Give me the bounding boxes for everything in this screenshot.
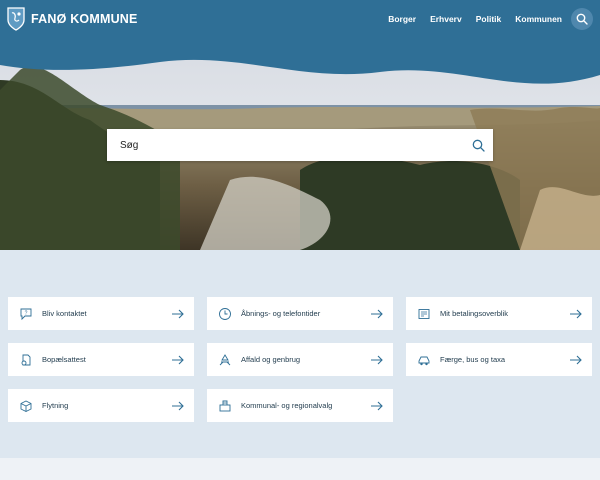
card-label: Mit betalingsoverblik <box>440 309 508 318</box>
payment-overview-icon <box>416 306 432 322</box>
ballot-box-icon <box>217 398 233 414</box>
arrow-right-icon <box>170 355 186 365</box>
card-affald-og-genbrug[interactable]: Affald og genbrug <box>207 343 393 376</box>
card-bliv-kontaktet[interactable]: ? Bliv kontaktet <box>8 297 194 330</box>
nav-kommunen[interactable]: Kommunen <box>515 14 562 24</box>
card-label: Færge, bus og taxa <box>440 355 506 364</box>
nav-erhverv[interactable]: Erhverv <box>430 14 462 24</box>
footer-band <box>0 458 600 480</box>
card-label: Bopælsattest <box>42 355 86 364</box>
main-nav: Borger Erhverv Politik Kommunen <box>388 14 562 24</box>
arrow-right-icon <box>369 355 385 365</box>
search-bar <box>107 129 493 161</box>
search-input[interactable] <box>118 138 463 152</box>
card-faerge-bus-taxa[interactable]: Færge, bus og taxa <box>406 343 592 376</box>
search-icon <box>472 139 485 152</box>
search-submit-button[interactable] <box>463 129 493 161</box>
hero-image <box>0 50 600 250</box>
card-valg[interactable]: Kommunal- og regionalvalg <box>207 389 393 422</box>
clock-icon <box>217 306 233 322</box>
chat-question-icon: ? <box>18 306 34 322</box>
transport-icon <box>416 352 432 368</box>
arrow-right-icon <box>369 309 385 319</box>
residence-certificate-icon <box>18 352 34 368</box>
card-flytning[interactable]: Flytning <box>8 389 194 422</box>
card-label: Kommunal- og regionalvalg <box>241 401 333 410</box>
recycle-icon <box>217 352 233 368</box>
arrow-right-icon <box>170 309 186 319</box>
arrow-right-icon <box>568 355 584 365</box>
card-label: Flytning <box>42 401 69 410</box>
header-search-button[interactable] <box>571 8 593 30</box>
coat-of-arms-icon <box>7 7 25 31</box>
nav-politik[interactable]: Politik <box>476 14 502 24</box>
card-label: Åbnings- og telefontider <box>241 309 321 318</box>
card-aabningstider[interactable]: Åbnings- og telefontider <box>207 297 393 330</box>
arrow-right-icon <box>170 401 186 411</box>
site-header: FANØ KOMMUNE Borger Erhverv Politik Komm… <box>0 0 600 50</box>
moving-box-icon <box>18 398 34 414</box>
card-betalingsoverblik[interactable]: Mit betalingsoverblik <box>406 297 592 330</box>
arrow-right-icon <box>369 401 385 411</box>
card-label: Bliv kontaktet <box>42 309 87 318</box>
card-label: Affald og genbrug <box>241 355 301 364</box>
logo-text: FANØ KOMMUNE <box>31 12 138 26</box>
site-logo[interactable]: FANØ KOMMUNE <box>7 7 138 31</box>
card-bopaelsattest[interactable]: Bopælsattest <box>8 343 194 376</box>
search-icon <box>576 13 588 25</box>
svg-text:?: ? <box>25 310 28 316</box>
nav-borger[interactable]: Borger <box>388 14 416 24</box>
arrow-right-icon <box>568 309 584 319</box>
